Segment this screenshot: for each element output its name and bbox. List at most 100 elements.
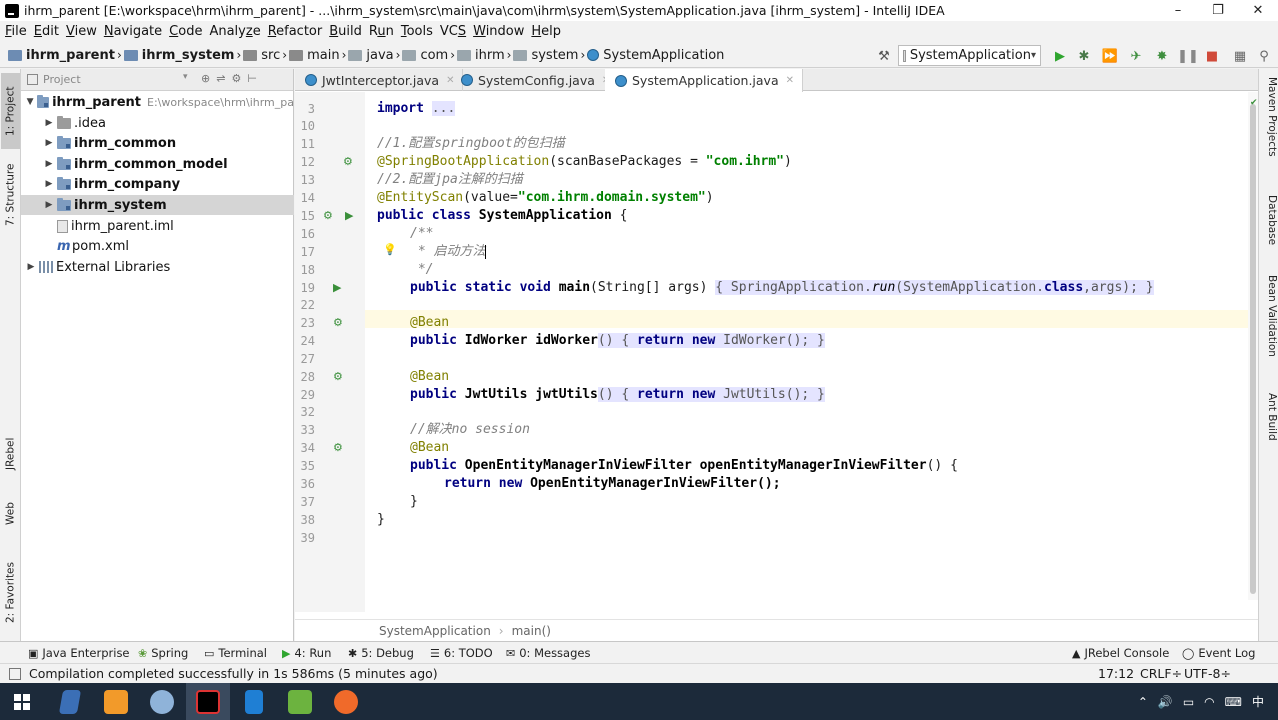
stop-icon[interactable]: ■ — [1204, 48, 1220, 64]
spring-bean-icon[interactable]: ⚙ — [333, 316, 343, 329]
taskbar-excel-icon[interactable] — [278, 683, 322, 720]
editor-tab[interactable]: SystemConfig.java✕ — [451, 69, 620, 91]
gear-icon[interactable]: ⚙ — [231, 72, 241, 85]
file-encoding[interactable]: UTF-8÷ — [1184, 666, 1231, 681]
chevron-right-icon[interactable]: ▶ — [43, 200, 55, 210]
chevron-right-icon[interactable]: ▶ — [43, 118, 55, 128]
menu-item-3[interactable]: Navigate — [103, 24, 168, 39]
tab-jrebel[interactable]: JRebel — [1, 429, 20, 479]
menu-item-9[interactable]: Tools — [400, 24, 439, 39]
taskbar-intellij-icon[interactable] — [186, 683, 230, 720]
tree-item[interactable]: ▶ External Libraries — [21, 257, 294, 277]
chevron-right-icon[interactable]: ▶ — [43, 138, 55, 148]
menu-item-2[interactable]: View — [65, 24, 103, 39]
breadcrumb-class[interactable]: SystemApplication — [379, 624, 491, 638]
ime-icon[interactable]: 中 — [1252, 693, 1264, 710]
tab-web[interactable]: Web — [1, 497, 20, 531]
spring-bean-icon[interactable]: ⚙ — [333, 441, 343, 454]
tool-window-button[interactable]: ◯ Event Log — [1182, 642, 1255, 664]
tab-structure[interactable]: 7: Structure — [1, 155, 20, 235]
taskbar-app-2-icon[interactable] — [94, 683, 138, 720]
tree-item[interactable]: ▼ ihrm_parent E:\workspace\hrm\ihrm_pa — [21, 92, 294, 112]
menu-item-0[interactable]: File — [4, 24, 33, 39]
volume-icon[interactable]: 🔊 — [1158, 695, 1173, 709]
chevron-right-icon[interactable]: ▶ — [25, 262, 37, 272]
close-tab-icon[interactable]: ✕ — [786, 75, 794, 86]
nav-crumb-6[interactable]: ihrm — [455, 43, 507, 68]
tab-project[interactable]: 1: Project — [1, 73, 20, 149]
coverage-icon[interactable]: ⏩ — [1102, 48, 1118, 64]
line-separator[interactable]: CRLF÷ — [1140, 666, 1182, 681]
nav-crumb-2[interactable]: src — [241, 43, 282, 68]
editor-tab[interactable]: SystemApplication.java ✕ — [605, 69, 804, 92]
nav-crumb-5[interactable]: com — [400, 43, 450, 68]
minimize-button[interactable]: – — [1158, 0, 1198, 21]
spring-bean-icon[interactable]: ⚙ — [323, 209, 333, 222]
nav-crumb-3[interactable]: main — [287, 43, 341, 68]
restore-button[interactable]: ❐ — [1198, 0, 1238, 21]
tab-ant-build[interactable]: Ant Build — [1261, 393, 1278, 453]
pause-icon[interactable]: ❚❚ — [1177, 48, 1199, 64]
taskbar-app-3-icon[interactable] — [140, 683, 184, 720]
project-panel-title[interactable]: Project — [43, 73, 81, 86]
menu-item-4[interactable]: Code — [168, 24, 208, 39]
tool-window-button[interactable]: ☰ 6: TODO — [430, 642, 493, 664]
menu-item-1[interactable]: Edit — [33, 24, 65, 39]
nav-crumb-0[interactable]: ihrm_parent — [6, 43, 117, 68]
breadcrumb-method[interactable]: main() — [512, 624, 551, 638]
tab-favorites[interactable]: 2: Favorites — [1, 553, 20, 633]
toggle-tool-windows-icon[interactable] — [9, 667, 21, 680]
menu-item-8[interactable]: Run — [368, 24, 400, 39]
jrebel-debug-icon[interactable]: ✸ — [1154, 48, 1170, 64]
spring-bean-icon[interactable]: ⚙ — [333, 370, 343, 383]
tree-item[interactable]: ▶ .idea — [21, 113, 294, 133]
wifi-icon[interactable]: ◠ — [1204, 695, 1214, 709]
editor-tab[interactable]: JwtInterceptor.java ✕ — [295, 69, 464, 91]
menu-item-12[interactable]: Help — [530, 24, 567, 39]
spring-bean-icon[interactable]: ⚙ — [343, 155, 353, 168]
import-fold[interactable]: ... — [431, 101, 456, 116]
tool-window-button[interactable]: ✉ 0: Messages — [506, 642, 590, 664]
sync-icon[interactable]: ⊕ — [201, 72, 210, 85]
menu-item-10[interactable]: VCS — [439, 24, 472, 39]
scrollbar-thumb[interactable] — [1250, 104, 1256, 594]
collapse-all-icon[interactable]: ⇌ — [216, 72, 225, 85]
tool-window-button[interactable]: ❀ Spring — [138, 642, 188, 664]
build-hammer-icon[interactable]: ⚒ — [876, 48, 892, 64]
tab-database[interactable]: Database — [1261, 195, 1278, 265]
chevron-down-icon[interactable]: ▾ — [183, 72, 188, 82]
project-structure-icon[interactable]: ▦ — [1232, 48, 1248, 64]
chevron-right-icon[interactable]: ▶ — [43, 179, 55, 189]
tab-bean-validation[interactable]: Bean Validation — [1261, 275, 1278, 375]
caret-position[interactable]: 17:12 — [1098, 666, 1134, 681]
editor-scrollbar[interactable] — [1248, 92, 1258, 600]
run-gutter-icon[interactable]: ▶ — [345, 209, 353, 222]
tab-maven-projects[interactable]: Maven Projects — [1261, 77, 1278, 177]
taskbar-app-1-icon[interactable] — [48, 683, 92, 720]
nav-crumb-7[interactable]: system — [511, 43, 580, 68]
menu-item-7[interactable]: Build — [328, 24, 368, 39]
chevron-up-icon[interactable]: ⌃ — [1138, 695, 1148, 709]
tool-window-button[interactable]: ▲ JRebel Console — [1072, 642, 1169, 664]
menu-item-5[interactable]: Analyze — [208, 24, 266, 39]
run-gutter-icon[interactable]: ▶ — [333, 281, 341, 294]
keyboard-icon[interactable]: ⌨ — [1225, 695, 1242, 709]
nav-crumb-4[interactable]: java — [346, 43, 395, 68]
nav-crumb-8[interactable]: SystemApplication — [585, 43, 726, 68]
run-config-select[interactable]: SystemApplication ▾ — [898, 45, 1041, 66]
tool-window-button[interactable]: ✱ 5: Debug — [348, 642, 414, 664]
search-icon[interactable]: ⚲ — [1256, 48, 1272, 64]
tool-window-button[interactable]: ▶ 4: Run — [282, 642, 331, 664]
network-icon[interactable]: ▭ — [1183, 695, 1194, 709]
tree-item[interactable]: ▶ ihrm_system — [21, 195, 294, 215]
chevron-down-icon[interactable]: ▼ — [25, 97, 35, 107]
tool-window-button[interactable]: ▭ Terminal — [204, 642, 267, 664]
hide-panel-icon[interactable]: ⊢ — [247, 72, 257, 85]
nav-crumb-1[interactable]: ihrm_system — [122, 43, 237, 68]
chevron-right-icon[interactable]: ▶ — [43, 159, 55, 169]
run-icon[interactable]: ▶ — [1052, 48, 1068, 64]
tree-item[interactable]: ▶ ihrm_common_model — [21, 154, 294, 174]
menu-item-6[interactable]: Refactor — [267, 24, 329, 39]
debug-icon[interactable]: ✱ — [1076, 48, 1092, 64]
taskbar-app-7-icon[interactable] — [324, 683, 368, 720]
